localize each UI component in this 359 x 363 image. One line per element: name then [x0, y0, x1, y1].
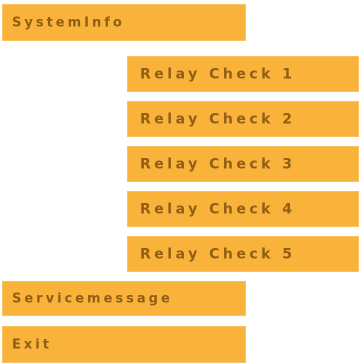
menu-item-label: Relay Check 2: [140, 111, 296, 128]
menu-item-label: Servicemessage: [12, 291, 173, 307]
menu: SystemInfo Relay Check 1 Relay Check 2 R…: [0, 0, 359, 363]
menu-item-relay-check-1[interactable]: Relay Check 1: [127, 56, 359, 92]
menu-item-label: Exit: [12, 337, 52, 353]
menu-item-relay-check-4[interactable]: Relay Check 4: [127, 191, 359, 227]
menu-item-relay-check-2[interactable]: Relay Check 2: [127, 101, 359, 137]
menu-item-label: Relay Check 1: [140, 66, 296, 83]
menu-item-systeminfo[interactable]: SystemInfo: [2, 4, 246, 41]
menu-item-label: Relay Check 4: [140, 201, 296, 218]
menu-item-relay-check-3[interactable]: Relay Check 3: [127, 146, 359, 182]
menu-item-exit[interactable]: Exit: [2, 326, 246, 363]
menu-item-relay-check-5[interactable]: Relay Check 5: [127, 236, 359, 272]
menu-item-label: Relay Check 5: [140, 246, 296, 263]
menu-item-label: Relay Check 3: [140, 156, 296, 173]
menu-item-label: SystemInfo: [12, 15, 125, 31]
menu-item-servicemessage[interactable]: Servicemessage: [2, 281, 246, 316]
